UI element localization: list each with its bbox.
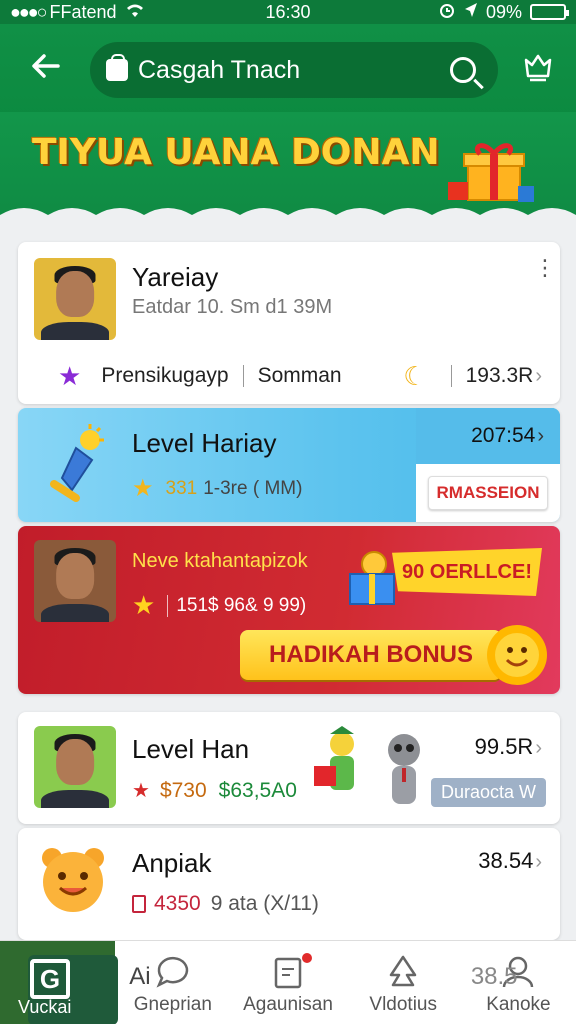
level-title: Level Han	[132, 734, 250, 764]
bottom-nav: G Vuckai Ai Gneprian Agaunisan Vldotius …	[0, 940, 576, 1024]
gold-star-icon: ★	[132, 475, 154, 502]
amount-1: $730	[159, 778, 207, 802]
user-name: Yareiay	[132, 262, 219, 292]
promo-banner[interactable]: TIYUA UANA DONAN	[0, 112, 576, 230]
release-button[interactable]: RMASSEION	[427, 476, 549, 510]
user-name: Anpiak	[132, 848, 212, 878]
moon-icon: ☾	[403, 360, 427, 391]
card-value: 99.5R ›	[475, 734, 542, 760]
location-icon	[464, 2, 478, 23]
avatar	[34, 726, 116, 808]
card-value: 193.3R	[465, 364, 534, 387]
nav-label: Vuckai	[18, 997, 72, 1017]
amount-detail: 9 ata (X/11)	[210, 892, 319, 915]
red-star-icon: ★	[132, 780, 150, 802]
amount-2: $63,5A0	[218, 778, 297, 802]
leaderboard-card-1[interactable]: Yareiay Eatdar 10. Sm d1 39M ⋮ ★ Prensik…	[18, 242, 560, 404]
card-stats-row: ★ Prensikugayp Somman ☾ 193.3R ›	[58, 358, 542, 394]
offer-tag: 90 OERLLCE!	[392, 548, 542, 596]
banner-scallop-edge	[0, 208, 576, 230]
leaderboard-card-4[interactable]: Level Han ★ $730 $63,5A0 99.5R › Duraocta…	[18, 712, 560, 824]
card-value: 38.54 ›	[478, 848, 542, 874]
more-options-icon[interactable]: ⋮	[534, 257, 556, 288]
avatar	[34, 540, 116, 622]
rank-text: 1-3re ( MM)	[203, 477, 303, 499]
notification-dot	[301, 953, 312, 963]
level-value-text: 207:54	[471, 424, 536, 447]
chat-bubble-icon	[156, 956, 188, 988]
bear-smiley-icon	[42, 848, 104, 912]
nav-overlay-text: Ai	[129, 963, 151, 990]
crown-icon	[524, 54, 552, 82]
gold-star-icon: ★	[132, 590, 156, 620]
status-bar: ●●●○ FFatend 16:30 09%	[0, 0, 576, 24]
bonus-title: Neve ktahantapizok	[132, 550, 308, 572]
rank-number: 331	[165, 477, 198, 499]
nav-item-vuckai[interactable]: G Vuckai	[0, 941, 118, 1024]
mascots-illustration	[314, 726, 420, 804]
gift-box-icon	[448, 143, 534, 202]
card-value-text: 38.54	[478, 848, 534, 873]
battery-percent: 09%	[485, 1, 522, 22]
app-logo-icon: G	[30, 959, 70, 999]
wifi-icon	[125, 2, 145, 23]
nav-label: Kanoke	[486, 994, 551, 1015]
bonus-button[interactable]: HADIKAH BONUS	[240, 630, 502, 680]
search-bar[interactable]: Casgah Tnach	[90, 42, 498, 98]
nav-item-gneprian[interactable]: Ai Gneprian	[115, 941, 230, 1024]
avatar	[34, 258, 116, 340]
stat-label-2: Somman	[257, 364, 342, 387]
document-icon	[274, 957, 302, 989]
bonus-stats: ★ 151$ 96& 9 99)	[132, 590, 306, 621]
divider	[167, 594, 169, 617]
amount: 4350	[154, 892, 201, 915]
card-amounts: ★ $730 $63,5A0	[132, 778, 297, 803]
signal-icon: ●●●○	[10, 1, 47, 22]
arrow-left-icon	[32, 54, 60, 78]
tree-icon	[389, 955, 417, 987]
level-rank: ★ 331 1-3re ( MM)	[132, 474, 302, 503]
bonus-card[interactable]: Neve ktahantapizok ★ 151$ 96& 9 99) 90 O…	[18, 526, 560, 694]
leaderboard-card-5[interactable]: Anpiak 4350 9 ata (X/11) 38.54 ›	[18, 828, 560, 940]
bonus-stats-text: 151$ 96& 9 99)	[176, 594, 307, 616]
crown-button[interactable]	[524, 52, 552, 82]
divider	[242, 365, 244, 387]
carrier-name: FFatend	[49, 1, 117, 22]
nav-item-agaunisan[interactable]: Agaunisan	[230, 941, 345, 1024]
search-placeholder: Casgah Tnach	[138, 55, 301, 84]
leaderboard-card-2[interactable]: Level Hariay ★ 331 1-3re ( MM) 207:54 › …	[18, 408, 560, 522]
chevron-right-icon[interactable]: ›	[535, 851, 542, 874]
nav-label: Agaunisan	[243, 994, 333, 1015]
card-value-text: 99.5R	[474, 734, 534, 759]
battery-icon	[530, 4, 569, 20]
shopping-bag-icon	[106, 54, 128, 81]
nav-overlay-text: 38.5	[470, 963, 518, 990]
app-bar: Casgah Tnach	[0, 24, 576, 120]
user-subtitle: Eatdar 10. Sm d1 39M	[132, 296, 333, 318]
alarm-icon	[438, 1, 456, 24]
level-value: 207:54 ›	[416, 408, 560, 464]
stat-label-1: Prensikugayp	[101, 364, 229, 387]
calendar-icon	[132, 895, 146, 913]
nav-label: Vldotius	[369, 994, 438, 1015]
divider	[450, 365, 452, 387]
chevron-right-icon[interactable]: ›	[535, 737, 542, 760]
level-side-panel: 207:54 › RMASSEION	[416, 408, 560, 522]
bell-icon	[50, 424, 104, 502]
back-button[interactable]	[26, 50, 66, 90]
chevron-right-icon[interactable]: ›	[535, 365, 542, 388]
card-amounts: 4350 9 ata (X/11)	[132, 892, 319, 916]
search-icon[interactable]	[450, 57, 476, 83]
purple-star-icon: ★	[58, 360, 82, 391]
nav-item-vldotius[interactable]: Vldotius	[346, 941, 461, 1024]
banner-title: TIYUA UANA DONAN	[32, 132, 440, 173]
nav-label: Gneprian	[133, 994, 212, 1015]
sun-smiley-icon	[487, 625, 547, 685]
level-title: Level Hariay	[132, 428, 277, 458]
chevron-right-icon[interactable]: ›	[537, 425, 544, 448]
status-badge[interactable]: Duraocta W	[430, 778, 546, 807]
nav-item-kanoke[interactable]: 38.5 Kanoke	[461, 941, 576, 1024]
